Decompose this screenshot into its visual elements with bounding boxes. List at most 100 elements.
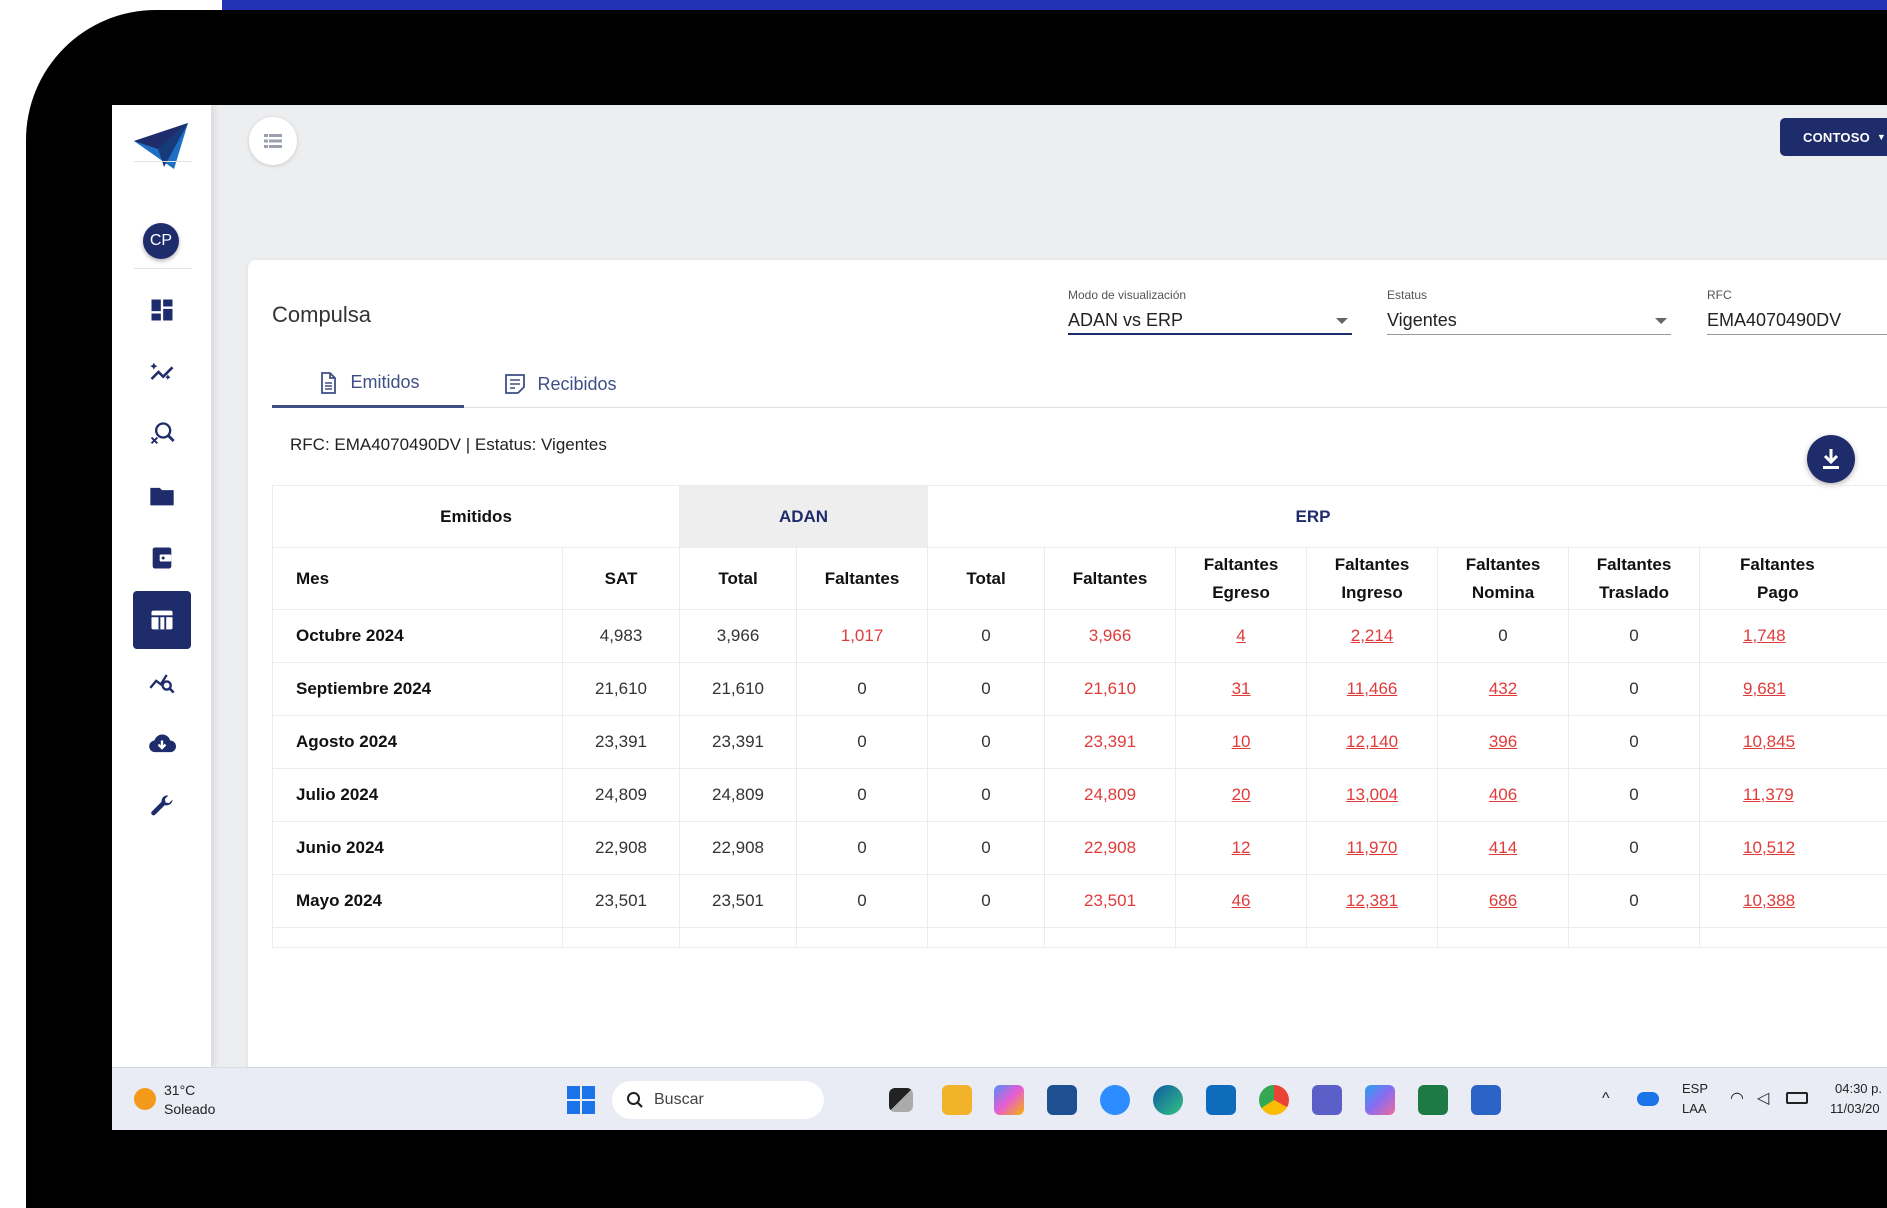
pago-link[interactable]: 11,379	[1743, 785, 1794, 804]
download-button[interactable]	[1807, 435, 1855, 483]
nomina-link[interactable]: 432	[1489, 679, 1517, 698]
list-toggle-button[interactable]	[249, 117, 297, 165]
cell-empty	[1568, 927, 1701, 948]
ingreso-link[interactable]: 13,004	[1346, 785, 1398, 804]
weather-temperature[interactable]: 31°C	[164, 1082, 195, 1098]
sidebar-item-dashboard[interactable]	[133, 281, 191, 339]
teams-icon[interactable]	[1312, 1085, 1342, 1115]
cell-sat: 24,809	[561, 768, 681, 822]
status-select[interactable]: Estatus Vigentes	[1387, 285, 1671, 338]
cell-empty	[1044, 927, 1177, 948]
nomina-link[interactable]: 406	[1489, 785, 1517, 804]
egreso-link[interactable]: 10	[1232, 732, 1251, 751]
tab-emitidos[interactable]: Emitidos	[272, 360, 464, 408]
sidebar-divider	[134, 268, 192, 269]
ingreso-link[interactable]: 11,466	[1347, 679, 1398, 698]
cell-ingreso: 2,214	[1306, 609, 1439, 663]
m365-copilot-icon[interactable]	[1365, 1085, 1395, 1115]
wifi-icon[interactable]: ◠	[1730, 1088, 1744, 1108]
clock-date[interactable]: 11/03/20	[1830, 1101, 1880, 1116]
sidebar-item-chart-search[interactable]	[133, 653, 191, 711]
table-row: Octubre 2024 4,983 3,966 1,017 0 3,966 4…	[272, 609, 1887, 663]
clock-time[interactable]: 04:30 p.	[1835, 1081, 1882, 1096]
status-value[interactable]: Vigentes	[1387, 305, 1671, 335]
sidebar-item-analytics[interactable]	[133, 343, 191, 401]
group-emitidos: Emitidos	[271, 485, 681, 548]
egreso-link[interactable]: 12	[1232, 838, 1251, 857]
rfc-select[interactable]: RFC EMA4070490DV	[1707, 285, 1887, 338]
chevron-up-icon[interactable]: ^	[1602, 1090, 1610, 1108]
store-icon[interactable]	[1047, 1085, 1077, 1115]
ingreso-link[interactable]: 12,381	[1346, 891, 1398, 910]
sidebar-item-cloud-download[interactable]	[133, 715, 191, 773]
taskbar-search[interactable]: Buscar	[612, 1081, 824, 1119]
col-faltantes-ingreso: Faltantes Ingreso	[1306, 547, 1439, 610]
pago-link[interactable]: 10,388	[1743, 891, 1795, 910]
sidebar-item-wallet[interactable]	[133, 529, 191, 587]
sidebar-item-folder[interactable]	[133, 467, 191, 525]
sidebar-item-search[interactable]	[133, 405, 191, 463]
language-code[interactable]: ESP	[1682, 1081, 1708, 1096]
copilot-icon[interactable]	[994, 1085, 1024, 1115]
organization-button[interactable]: CONTOSO ▼	[1780, 118, 1887, 156]
avatar[interactable]: CP	[143, 223, 179, 259]
pago-link[interactable]: 10,512	[1743, 838, 1795, 857]
col-fe-line2: Egreso	[1212, 582, 1270, 602]
pago-link[interactable]: 10,845	[1743, 732, 1795, 751]
nomina-link[interactable]: 686	[1489, 891, 1517, 910]
table-row: Septiembre 2024 21,610 21,610 0 0 21,610…	[272, 662, 1887, 716]
keyboard-layout[interactable]: LAA	[1682, 1101, 1707, 1116]
cell-mes: Julio 2024	[272, 768, 563, 822]
col-faltantes-traslado: Faltantes Traslado	[1568, 547, 1701, 610]
cell-mes: Septiembre 2024	[272, 662, 563, 716]
organization-label: CONTOSO	[1803, 129, 1870, 145]
paper-plane-logo-icon[interactable]	[134, 123, 188, 171]
sidebar-item-table[interactable]	[133, 591, 191, 649]
page-title: Compulsa	[272, 302, 372, 327]
cell-adan-faltantes: 0	[796, 768, 929, 822]
egreso-link[interactable]: 31	[1232, 679, 1251, 698]
cell-erp-faltantes: 22,908	[1044, 821, 1177, 875]
view-mode-select[interactable]: Modo de visualización ADAN vs ERP	[1068, 285, 1352, 338]
egreso-link[interactable]: 4	[1236, 626, 1245, 645]
pago-link[interactable]: 9,681	[1743, 679, 1786, 698]
egreso-link[interactable]: 46	[1232, 891, 1251, 910]
view-mode-value[interactable]: ADAN vs ERP	[1068, 305, 1352, 335]
tab-recibidos[interactable]: Recibidos	[464, 360, 656, 408]
weather-description[interactable]: Soleado	[164, 1101, 215, 1117]
cell-egreso: 12	[1175, 821, 1308, 875]
rfc-value[interactable]: EMA4070490DV	[1707, 305, 1887, 335]
zoom-icon[interactable]	[1100, 1085, 1130, 1115]
cell-adan-faltantes: 0	[796, 715, 929, 769]
task-view-icon[interactable]	[889, 1088, 913, 1112]
sidebar-item-tools[interactable]	[133, 777, 191, 835]
list-icon	[264, 134, 282, 148]
onedrive-icon[interactable]	[1637, 1092, 1659, 1106]
ingreso-link[interactable]: 12,140	[1346, 732, 1398, 751]
word-icon[interactable]	[1471, 1085, 1501, 1115]
volume-icon[interactable]: ◁	[1757, 1088, 1769, 1108]
app-screen: CP CONTOSO ▼ Compulsa Modo de visualizac…	[112, 105, 1887, 1130]
excel-icon[interactable]	[1418, 1085, 1448, 1115]
filter-summary: RFC: EMA4070490DV | Estatus: Vigentes	[290, 435, 607, 454]
pago-link[interactable]: 1,748	[1743, 626, 1786, 645]
compulsa-table: Emitidos ADAN ERP Mes SAT Total Faltante…	[271, 485, 1887, 948]
cell-nomina: 396	[1437, 715, 1570, 769]
battery-icon[interactable]	[1786, 1092, 1808, 1104]
nomina-link[interactable]: 414	[1489, 838, 1517, 857]
col-erp-total: Total	[927, 547, 1046, 610]
outlook-icon[interactable]	[1206, 1085, 1236, 1115]
sun-icon[interactable]	[134, 1088, 156, 1110]
ingreso-link[interactable]: 2,214	[1351, 626, 1394, 645]
ingreso-link[interactable]: 11,970	[1347, 838, 1398, 857]
edge-icon[interactable]	[1153, 1085, 1183, 1115]
cell-sat: 21,610	[561, 662, 681, 716]
col-faltantes-egreso: Faltantes Egreso	[1175, 547, 1308, 610]
windows-start-icon[interactable]	[567, 1086, 595, 1114]
file-explorer-icon[interactable]	[942, 1085, 972, 1115]
nomina-link[interactable]: 396	[1489, 732, 1517, 751]
cell-empty	[1175, 927, 1308, 948]
egreso-link[interactable]: 20	[1232, 785, 1251, 804]
chrome-icon[interactable]	[1259, 1085, 1289, 1115]
cell-erp-total: 0	[927, 874, 1046, 928]
